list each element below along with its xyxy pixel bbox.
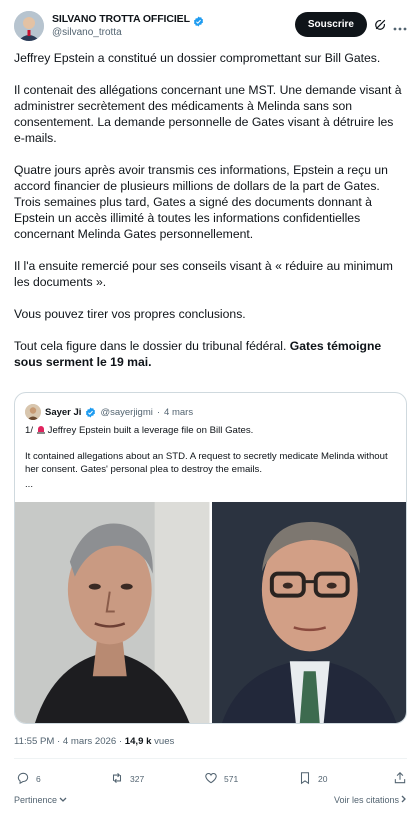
- quote-line-1: 1/ Jeffrey Epstein built a leverage file…: [25, 424, 396, 437]
- quote-media[interactable]: [15, 502, 406, 723]
- repost-icon: [110, 771, 124, 787]
- chevron-right-icon: [401, 795, 407, 805]
- tweet-paragraph-last: Tout cela figure dans le dossier du trib…: [14, 338, 407, 370]
- author-avatar[interactable]: [14, 11, 44, 41]
- author-handle[interactable]: @silvano_trotta: [52, 27, 122, 38]
- reply-button[interactable]: 6: [16, 771, 41, 787]
- quote-thread-number: 1/: [25, 425, 36, 436]
- tweet-paragraph: Il contenait des allégations concernant …: [14, 83, 402, 145]
- reply-icon: [16, 771, 30, 787]
- divider: [14, 758, 407, 759]
- like-button[interactable]: 571: [204, 771, 238, 787]
- tweet-header: SILVANO TROTTA OFFICIEL @silvano_trotta …: [14, 10, 407, 44]
- tweet-paragraph: Il l'a ensuite remercié pour ses conseil…: [14, 259, 393, 289]
- repost-button[interactable]: 327: [110, 771, 144, 787]
- grok-icon[interactable]: [374, 18, 387, 31]
- tweet-paragraph: Vous pouvez tirer vos propres conclusion…: [14, 307, 246, 321]
- tweet-text-plain: Tout cela figure dans le dossier du trib…: [14, 339, 290, 353]
- heart-icon: [204, 771, 218, 787]
- quote-image-right[interactable]: [211, 502, 406, 723]
- more-options-icon[interactable]: [393, 20, 407, 31]
- tweet-timestamp: 11:55 PM · 4 mars 2026 · 14,9 k vues: [14, 736, 174, 747]
- bookmark-button[interactable]: 20: [298, 771, 327, 787]
- author-name[interactable]: SILVANO TROTTA OFFICIEL: [52, 13, 190, 25]
- quote-date[interactable]: 4 mars: [164, 407, 193, 418]
- share-icon: [393, 771, 407, 787]
- views-count: 14,9 k: [124, 736, 152, 747]
- bookmark-icon: [298, 771, 312, 787]
- quote-verified-badge-icon: [85, 406, 96, 418]
- view-quotes-label: Voir les citations: [333, 795, 399, 805]
- reply-count: 6: [36, 774, 41, 784]
- quote-ellipsis: ...: [25, 479, 33, 490]
- quote-author-name[interactable]: Sayer Ji: [45, 407, 81, 418]
- view-quotes-link[interactable]: Voir les citations: [334, 795, 407, 805]
- quote-line-2: It contained allegations about an STD. A…: [25, 451, 388, 475]
- action-bar: 6 327 571 20: [14, 771, 407, 787]
- subscribe-button[interactable]: Souscrire: [294, 12, 367, 37]
- quote-author-avatar[interactable]: [25, 404, 41, 420]
- quote-image-left[interactable]: [15, 502, 210, 723]
- quoted-tweet[interactable]: Sayer Ji @sayerjigmi · 4 mars 1/ Jeffrey…: [14, 392, 407, 724]
- quote-line-1-text: Jeffrey Epstein built a leverage file on…: [47, 425, 254, 436]
- views-label: vues: [151, 736, 175, 747]
- quote-text: 1/ Jeffrey Epstein built a leverage file…: [25, 424, 396, 504]
- quote-author-handle[interactable]: @sayerjigmi: [100, 407, 152, 418]
- chevron-down-icon: [59, 795, 67, 805]
- verified-badge-icon: [193, 14, 204, 27]
- siren-emoji-icon: [36, 424, 46, 434]
- bookmark-count: 20: [318, 774, 328, 784]
- quote-separator: ·: [156, 406, 161, 418]
- tweet-text: Jeffrey Epstein a constitué un dossier c…: [14, 50, 407, 386]
- sort-dropdown[interactable]: Pertinence: [14, 795, 67, 805]
- tweet-paragraph: Quatre jours après avoir transmis ces in…: [14, 163, 388, 241]
- tweet-time[interactable]: 11:55 PM · 4 mars 2026 ·: [14, 736, 125, 747]
- tweet-paragraph: Jeffrey Epstein a constitué un dossier c…: [14, 51, 381, 65]
- like-count: 571: [224, 774, 239, 784]
- repost-count: 327: [130, 774, 145, 784]
- sort-label: Pertinence: [14, 795, 58, 805]
- share-button[interactable]: [393, 771, 407, 787]
